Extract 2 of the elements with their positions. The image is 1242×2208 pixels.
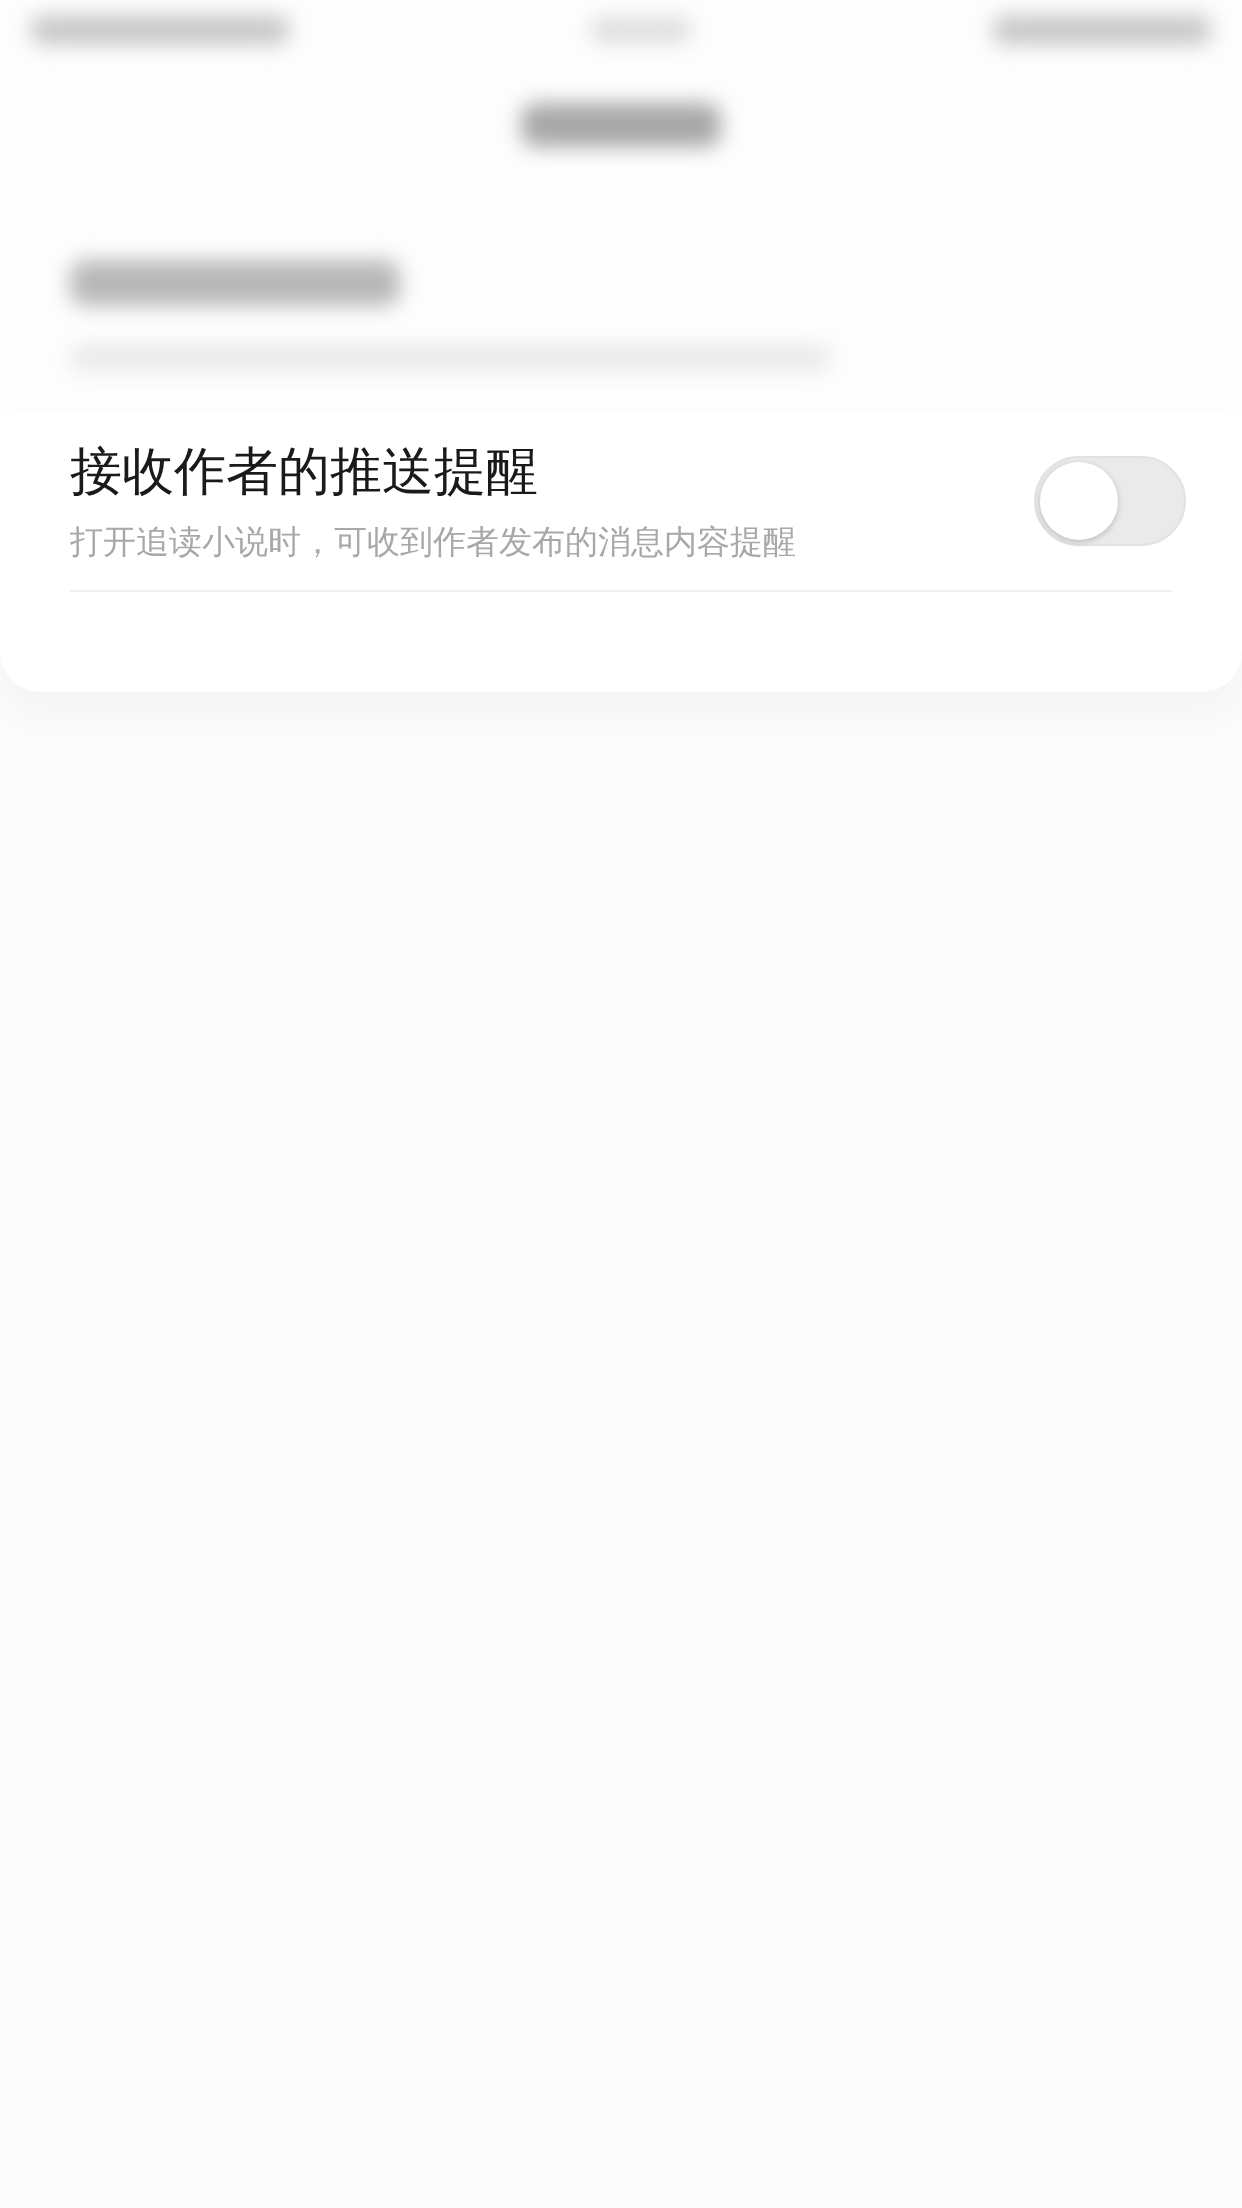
setting-title: 接收作者的推送提醒 xyxy=(70,440,539,503)
setting-description: 打开追读小说时，可收到作者发布的消息内容提醒 xyxy=(70,522,796,562)
